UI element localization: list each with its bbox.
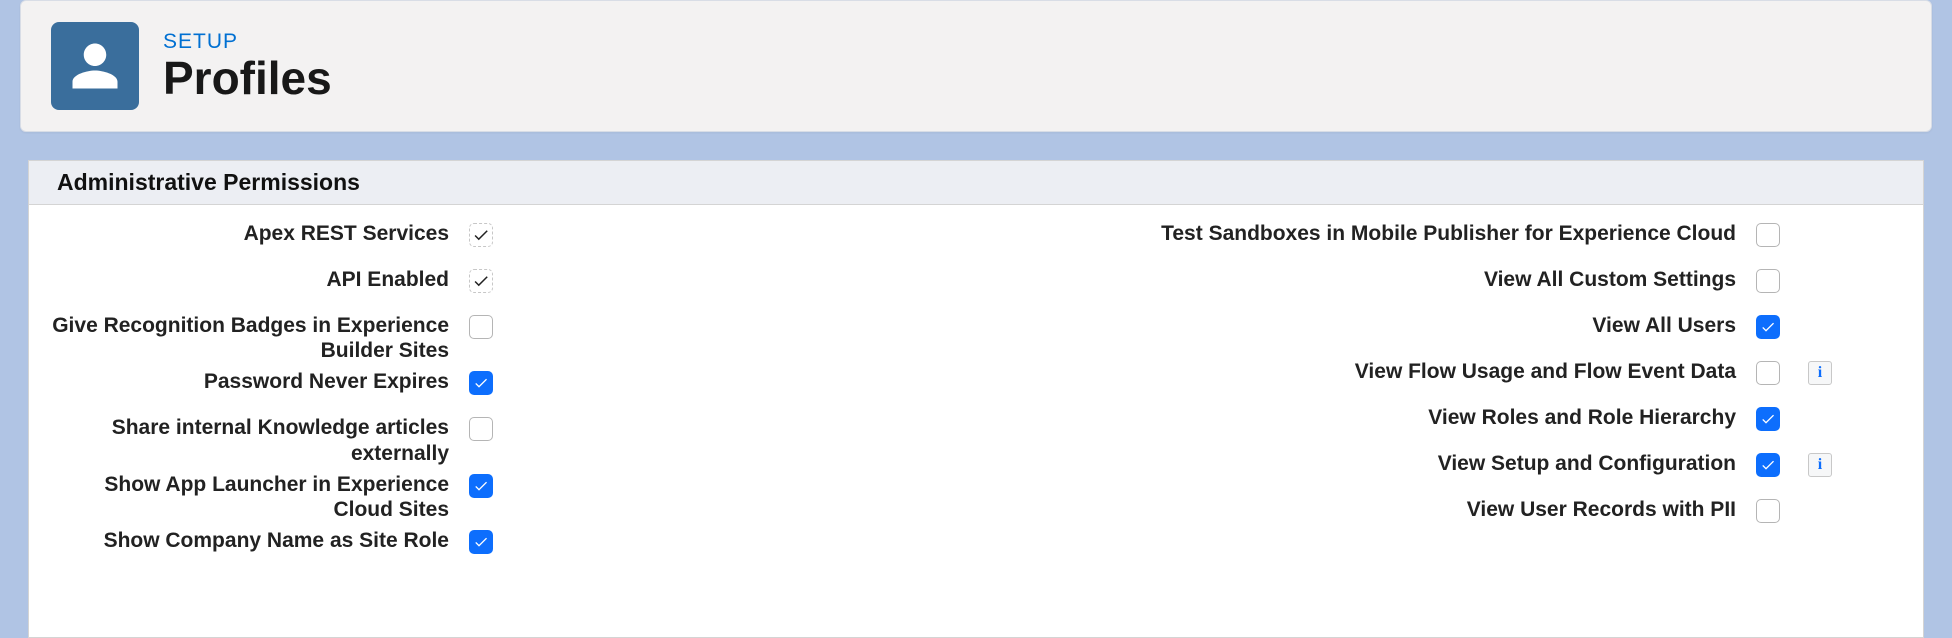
perm-label-view-all-custom-settings: View All Custom Settings (996, 267, 1756, 292)
perm-label-view-roles-hierarchy: View Roles and Role Hierarchy (996, 405, 1756, 430)
perm-row-password-never-expires: Password Never Expires (49, 363, 956, 409)
perm-row-view-flow-usage: View Flow Usage and Flow Event Data i (996, 353, 1903, 399)
perm-label-show-company-name: Show Company Name as Site Role (49, 528, 469, 553)
perm-label-view-all-users: View All Users (996, 313, 1756, 338)
page-root: SETUP Profiles Administrative Permission… (0, 0, 1952, 638)
checkbox-test-sandboxes[interactable] (1756, 223, 1780, 247)
perm-label-apex-rest-services: Apex REST Services (49, 221, 469, 246)
eyebrow: SETUP (163, 30, 332, 54)
checkbox-show-company-name[interactable] (469, 530, 493, 554)
perm-label-share-internal-knowledge: Share internal Knowledge articles extern… (49, 415, 469, 465)
perm-row-give-recognition-badges: Give Recognition Badges in Experience Bu… (49, 307, 956, 363)
checkbox-view-flow-usage[interactable] (1756, 361, 1780, 385)
perm-label-view-flow-usage: View Flow Usage and Flow Event Data (996, 359, 1756, 384)
perm-row-apex-rest-services: Apex REST Services (49, 215, 956, 261)
checkbox-give-recognition-badges[interactable] (469, 315, 493, 339)
detail-panel: Administrative Permissions Apex REST Ser… (28, 160, 1924, 638)
checkbox-view-roles-hierarchy[interactable] (1756, 407, 1780, 431)
perm-grid: Apex REST Services API Enabled Give Recogn… (29, 205, 1923, 588)
perm-row-view-user-records-pii: View User Records with PII (996, 491, 1903, 537)
perm-label-show-app-launcher: Show App Launcher in Experience Cloud Si… (49, 472, 469, 522)
perm-row-share-internal-knowledge: Share internal Knowledge articles extern… (49, 409, 956, 465)
perm-label-api-enabled: API Enabled (49, 267, 469, 292)
checkbox-view-user-records-pii[interactable] (1756, 499, 1780, 523)
section-header: Administrative Permissions (29, 161, 1923, 205)
perm-label-view-setup-config: View Setup and Configuration (996, 451, 1756, 476)
perm-label-test-sandboxes: Test Sandboxes in Mobile Publisher for E… (996, 221, 1756, 246)
checkbox-api-enabled (469, 269, 493, 293)
checkbox-view-all-users[interactable] (1756, 315, 1780, 339)
profiles-icon (51, 22, 139, 110)
checkbox-password-never-expires[interactable] (469, 371, 493, 395)
perm-label-password-never-expires: Password Never Expires (49, 369, 469, 394)
perm-row-show-company-name: Show Company Name as Site Role (49, 522, 956, 568)
perm-col-right: Test Sandboxes in Mobile Publisher for E… (996, 215, 1903, 568)
perm-row-view-all-custom-settings: View All Custom Settings (996, 261, 1903, 307)
perm-col-left: Apex REST Services API Enabled Give Recogn… (49, 215, 956, 568)
perm-row-show-app-launcher: Show App Launcher in Experience Cloud Si… (49, 466, 956, 522)
perm-label-give-recognition-badges: Give Recognition Badges in Experience Bu… (49, 313, 469, 363)
perm-row-view-all-users: View All Users (996, 307, 1903, 353)
perm-label-view-user-records-pii: View User Records with PII (996, 497, 1756, 522)
perm-row-test-sandboxes: Test Sandboxes in Mobile Publisher for E… (996, 215, 1903, 261)
header-text: SETUP Profiles (163, 30, 332, 102)
page-title: Profiles (163, 54, 332, 102)
info-icon-view-flow-usage[interactable]: i (1808, 361, 1832, 385)
checkbox-share-internal-knowledge[interactable] (469, 417, 493, 441)
perm-row-view-roles-hierarchy: View Roles and Role Hierarchy (996, 399, 1903, 445)
checkbox-view-setup-config[interactable] (1756, 453, 1780, 477)
checkbox-view-all-custom-settings[interactable] (1756, 269, 1780, 293)
perm-row-api-enabled: API Enabled (49, 261, 956, 307)
perm-row-view-setup-config: View Setup and Configuration i (996, 445, 1903, 491)
checkbox-show-app-launcher[interactable] (469, 474, 493, 498)
info-icon-view-setup-config[interactable]: i (1808, 453, 1832, 477)
checkbox-apex-rest-services (469, 223, 493, 247)
header-card: SETUP Profiles (20, 0, 1932, 132)
